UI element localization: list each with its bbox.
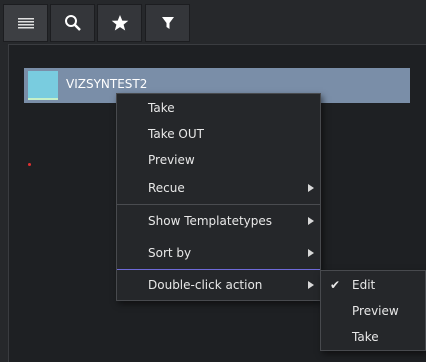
menu-item-preview[interactable]: Preview: [117, 147, 320, 173]
menu-item-show-templatetypes[interactable]: Show Templatetypes: [117, 208, 320, 234]
menu-item-take[interactable]: Take: [117, 95, 320, 121]
menu-button[interactable]: [3, 4, 48, 42]
menu-item-label: Preview: [148, 153, 195, 167]
item-thumbnail: [28, 71, 58, 99]
submenu-arrow-icon: [308, 217, 314, 225]
menu-item-label: Recue: [148, 181, 185, 195]
menu-item-recue[interactable]: Recue: [117, 175, 320, 201]
submenu-item-label: Preview: [352, 304, 399, 318]
menu-item-label: Show Templatetypes: [148, 214, 273, 228]
hamburger-icon: [17, 18, 34, 29]
menu-item-label: Take OUT: [148, 127, 204, 141]
item-label: VIZSYNTEST2: [66, 77, 148, 91]
submenu-arrow-icon: [308, 184, 314, 192]
submenu-item-label: Edit: [352, 278, 376, 292]
check-icon: ✔: [330, 278, 341, 292]
star-icon: [111, 15, 128, 31]
thumbnail-underline: [28, 98, 58, 100]
search-button[interactable]: [50, 4, 95, 42]
context-menu: Take Take OUT Preview Recue Show Templat…: [116, 93, 321, 301]
toolbar: [0, 0, 426, 44]
submenu-arrow-icon: [308, 249, 314, 257]
highlight-separator: [117, 269, 320, 270]
double-click-submenu: ✔ Edit Preview Take: [320, 270, 426, 351]
menu-item-label: Sort by: [148, 246, 192, 260]
menu-item-label: Double-click action: [148, 278, 263, 292]
submenu-arrow-icon: [308, 281, 314, 289]
menu-item-sort-by[interactable]: Sort by: [117, 240, 320, 266]
menu-item-label: Take: [148, 101, 175, 115]
filter-icon: [161, 17, 174, 29]
red-dot-marker: [28, 163, 31, 166]
filter-button[interactable]: [145, 4, 190, 42]
menu-separator: [117, 204, 320, 205]
search-icon: [64, 15, 81, 31]
favorites-button[interactable]: [97, 4, 142, 42]
submenu-item-preview[interactable]: Preview: [321, 298, 425, 324]
menu-item-take-out[interactable]: Take OUT: [117, 121, 320, 147]
menu-item-double-click-action[interactable]: Double-click action: [117, 272, 320, 298]
submenu-item-edit[interactable]: ✔ Edit: [321, 272, 425, 298]
submenu-item-take[interactable]: Take: [321, 324, 425, 350]
submenu-item-label: Take: [352, 330, 379, 344]
